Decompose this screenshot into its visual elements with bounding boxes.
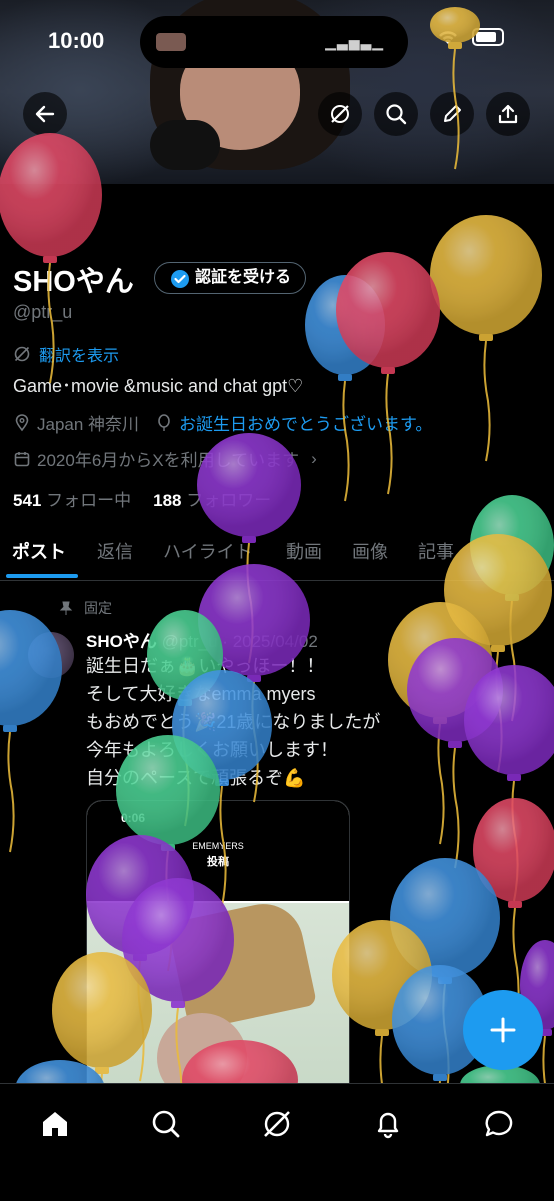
audio-wave-icon: ▁▃▅▃▁ [325, 34, 384, 50]
calendar-icon [14, 451, 30, 466]
now-playing-thumbnail [156, 33, 186, 51]
search-icon [152, 1110, 180, 1138]
tab-videos[interactable]: 動画 [286, 538, 322, 564]
status-time: 10:00 [48, 28, 105, 53]
messages-icon [485, 1110, 513, 1137]
profile-joined-row[interactable]: 2020年6月からXを利用しています › [13, 446, 317, 471]
following-count: 541 [13, 491, 42, 510]
search-icon [386, 104, 407, 125]
status-bar: 10:00 ▁▃▅▃▁ [0, 0, 554, 84]
nav-notifications[interactable] [368, 1104, 408, 1144]
plus-icon [490, 1017, 516, 1043]
balloon-icon [158, 413, 170, 431]
share-button[interactable] [486, 92, 530, 136]
balloon-icon [305, 275, 385, 502]
post-meta: @ptr_u · 2025/04/02 [161, 632, 318, 651]
media-title: EMEMYERS [192, 841, 244, 851]
balloon-icon [388, 602, 492, 845]
profile-tabs: ポスト 返信 ハイライト 動画 画像 記事 [0, 528, 554, 581]
followers-label: フォロワー [186, 491, 272, 510]
avatar[interactable] [28, 632, 74, 678]
dynamic-island: ▁▃▅▃▁ [140, 16, 408, 68]
media-screenshot-header: 0:06 EMEMYERS 投稿 [87, 801, 349, 901]
media-subtitle: 投稿 [207, 856, 229, 868]
post-line: そして大好きなemma myers [86, 684, 316, 704]
post-media[interactable]: 0:06 EMEMYERS 投稿 [86, 800, 350, 1102]
profile-bio: Game･movie &music and chat gpt♡ [13, 376, 304, 396]
media-photo [87, 896, 349, 1101]
balloon-icon [430, 215, 542, 462]
pinned-label: 固定 [84, 600, 112, 616]
followers-link[interactable]: 188 フォロワー [153, 486, 271, 511]
bell-icon [377, 1112, 399, 1139]
post-line: 誕生日だぁ🎂いやっほー！！ [86, 656, 325, 676]
compose-post-button[interactable] [463, 990, 543, 1070]
battery-icon [472, 28, 504, 46]
media-time: 0:06 [121, 811, 146, 825]
following-link[interactable]: 541 フォロー中 [13, 486, 131, 511]
post-line: もおめでとう🎉21歳になりましたが [86, 712, 381, 732]
verified-badge-icon [171, 270, 189, 288]
search-button[interactable] [374, 92, 418, 136]
post-text: 誕生日だぁ🎂いやっほー！！ そして大好きなemma myers もおめでとう🎉2… [86, 652, 380, 792]
tab-images[interactable]: 画像 [352, 538, 388, 564]
grok-icon [264, 1111, 290, 1137]
media-photo-bag [166, 896, 318, 1032]
status-icons [436, 28, 504, 46]
followers-count: 188 [153, 491, 182, 510]
post-line: 今年もよろしくお願いします！ [86, 740, 338, 760]
tab-articles[interactable]: 記事 [418, 538, 454, 564]
grok-icon [331, 105, 349, 123]
profile-joined: 2020年6月からXを利用しています [37, 451, 300, 470]
tab-highlights[interactable]: ハイライト [163, 538, 253, 564]
nav-messages[interactable] [479, 1104, 519, 1144]
post-author[interactable]: SHOやん [86, 632, 157, 651]
nav-home[interactable] [35, 1104, 75, 1144]
get-verified-label: 認証を受ける [195, 269, 292, 286]
pin-icon [59, 601, 73, 615]
chevron-right-icon: › [311, 448, 317, 468]
balloon-icon [336, 252, 440, 495]
following-label: フォロー中 [46, 491, 132, 510]
profile-meta-row: Japan 神奈川 お誕生日おめでとうございます。 [13, 410, 432, 435]
translate-bio-link[interactable]: 翻訳を表示 [13, 342, 119, 366]
bottom-navigation [0, 1083, 554, 1201]
nav-search[interactable] [146, 1104, 186, 1144]
back-button[interactable] [23, 92, 67, 136]
pinned-indicator: 固定 [58, 598, 112, 618]
balloon-icon [464, 665, 554, 902]
wifi-icon [439, 31, 457, 44]
balloon-icon [407, 638, 503, 869]
get-verified-button[interactable]: 認証を受ける [154, 262, 307, 294]
follow-stats: 541 フォロー中 188 フォロワー [13, 486, 271, 511]
post-header: SHOやん @ptr_u · 2025/04/02 [86, 627, 318, 652]
post-line: 自分のペースで頑張るぞ💪 [86, 768, 306, 788]
grok-button[interactable] [318, 92, 362, 136]
edit-button[interactable] [430, 92, 474, 136]
translate-label: 翻訳を表示 [39, 348, 120, 365]
nav-grok[interactable] [257, 1104, 297, 1144]
share-icon [498, 104, 518, 124]
profile-name: SHOやん [13, 266, 134, 298]
profile-handle: @ptr_u [13, 302, 73, 322]
location-icon [15, 413, 29, 431]
edit-icon [444, 105, 461, 122]
translate-icon [14, 346, 30, 362]
active-tab-indicator [6, 574, 78, 578]
back-arrow-icon [35, 105, 55, 123]
home-icon [43, 1112, 67, 1136]
profile-location: Japan 神奈川 [37, 415, 140, 434]
tab-posts[interactable]: ポスト [12, 538, 66, 564]
balloon-icon [390, 858, 500, 1105]
banner-photo-microphone [150, 120, 220, 170]
tab-replies[interactable]: 返信 [97, 538, 133, 564]
birthday-greeting: お誕生日おめでとうございます。 [179, 415, 433, 434]
